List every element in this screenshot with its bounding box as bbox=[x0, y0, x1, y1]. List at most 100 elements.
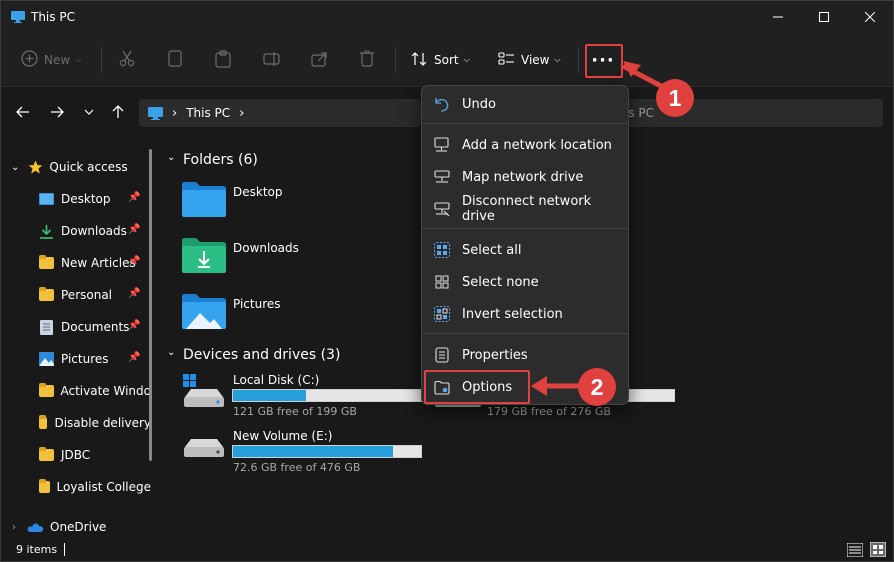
menu-item-select-none[interactable]: Select none bbox=[426, 267, 624, 297]
sidebar-item-loyalist-college[interactable]: Loyalist College bbox=[1, 473, 151, 501]
menu-separator bbox=[422, 228, 628, 229]
menu-item-disconnect-network-drive[interactable]: Disconnect network drive bbox=[426, 194, 624, 224]
annotation-step-2: 2 bbox=[578, 368, 616, 406]
breadcrumb-this-pc[interactable]: This PC bbox=[186, 106, 230, 120]
chevron-down-icon: ⌵ bbox=[75, 55, 82, 64]
copy-button[interactable] bbox=[168, 33, 182, 87]
menu-item-label: Map network drive bbox=[462, 169, 584, 185]
minimize-button[interactable] bbox=[755, 1, 801, 33]
download-arrow-icon bbox=[39, 224, 54, 239]
folder-name[interactable]: Pictures bbox=[233, 297, 281, 311]
sidebar-item-quick-access[interactable]: ⌄ Quick access bbox=[1, 153, 151, 181]
sidebar-item-personal[interactable]: Personal 📌 bbox=[1, 281, 151, 309]
drive-usage-bar bbox=[232, 389, 422, 402]
menu-item-invert-selection[interactable]: Invert selection bbox=[426, 299, 624, 329]
copy-icon bbox=[168, 50, 182, 70]
menu-item-properties[interactable]: Properties bbox=[426, 340, 624, 370]
sort-arrows-icon bbox=[411, 51, 428, 70]
folders-section-title[interactable]: Folders (6) bbox=[183, 152, 258, 168]
menu-item-add-network-location[interactable]: Add a network location bbox=[426, 130, 624, 160]
chevron-down-icon: ⌵ bbox=[554, 55, 561, 64]
sidebar-item-downloads[interactable]: Downloads 📌 bbox=[1, 217, 151, 245]
delete-button[interactable] bbox=[359, 33, 375, 87]
title-bar: This PC bbox=[1, 1, 893, 33]
recent-locations-button[interactable] bbox=[78, 101, 100, 123]
scissors-icon bbox=[119, 50, 135, 70]
view-button[interactable]: View ⌵ bbox=[498, 33, 561, 87]
pin-icon: 📌 bbox=[128, 256, 141, 267]
sidebar-item-pictures[interactable]: Pictures 📌 bbox=[1, 345, 151, 373]
chevron-right-icon: › bbox=[12, 521, 16, 533]
sidebar-item-jdbc[interactable]: JDBC bbox=[1, 441, 151, 469]
menu-item-label: Add a network location bbox=[462, 137, 612, 153]
menu-item-map-network-drive[interactable]: Map network drive bbox=[426, 162, 624, 192]
up-button[interactable] bbox=[107, 101, 129, 123]
forward-button[interactable] bbox=[46, 101, 68, 123]
folder-icon bbox=[39, 447, 54, 461]
sidebar-scrollbar[interactable] bbox=[149, 149, 152, 461]
share-icon bbox=[311, 51, 328, 70]
folder-icon-downloads bbox=[182, 237, 226, 276]
drive-usage-fill bbox=[233, 446, 393, 457]
sidebar-item-activate-windows[interactable]: Activate Windo bbox=[1, 377, 151, 405]
rename-button[interactable] bbox=[263, 33, 280, 87]
annotation-box-options bbox=[424, 370, 530, 404]
tiles-view-icon[interactable] bbox=[869, 541, 887, 560]
star-icon bbox=[28, 160, 43, 175]
menu-item-select-all[interactable]: Select all bbox=[426, 235, 624, 265]
sidebar-item-documents[interactable]: Documents 📌 bbox=[1, 313, 151, 341]
menu-item-label: Select all bbox=[462, 242, 522, 258]
properties-icon bbox=[434, 347, 450, 363]
sidebar-item-label: JDBC bbox=[61, 448, 91, 462]
sidebar-item-new-articles[interactable]: New Articles 📌 bbox=[1, 249, 151, 277]
details-view-icon[interactable] bbox=[846, 542, 864, 560]
folder-icon-pictures bbox=[182, 293, 226, 332]
document-icon bbox=[40, 319, 53, 335]
annotation-arrow-icon bbox=[529, 373, 586, 402]
close-button[interactable] bbox=[847, 1, 893, 33]
drive-name[interactable]: New Volume (E:) bbox=[233, 429, 332, 443]
see-more-menu: Undo Add a network location Map network … bbox=[421, 85, 629, 405]
drives-section-title[interactable]: Devices and drives (3) bbox=[183, 347, 340, 363]
folder-icon bbox=[39, 255, 54, 269]
status-divider bbox=[64, 543, 65, 556]
sort-button[interactable]: Sort ⌵ bbox=[411, 33, 470, 87]
menu-item-label: Disconnect network drive bbox=[462, 194, 592, 224]
sidebar-item-desktop[interactable]: Desktop 📌 bbox=[1, 185, 151, 213]
annotation-box-more bbox=[585, 44, 623, 78]
folder-name[interactable]: Downloads bbox=[233, 241, 299, 255]
sidebar-item-label: Activate Windo bbox=[60, 384, 152, 398]
folder-name[interactable]: Desktop bbox=[233, 185, 283, 199]
navigation-pane: ⌄ Quick access Desktop 📌 Downloads 📌 New… bbox=[1, 141, 161, 537]
invert-selection-icon bbox=[434, 306, 450, 322]
maximize-button[interactable] bbox=[801, 1, 847, 33]
pin-icon: 📌 bbox=[128, 320, 141, 331]
menu-item-label: Invert selection bbox=[462, 306, 563, 322]
pin-icon: 📌 bbox=[128, 288, 141, 299]
share-button[interactable] bbox=[311, 33, 328, 87]
paste-button[interactable] bbox=[215, 33, 231, 87]
desktop-icon bbox=[39, 193, 54, 205]
breadcrumb-separator: › bbox=[172, 105, 178, 121]
drive-icon bbox=[181, 431, 227, 470]
pin-icon: 📌 bbox=[128, 192, 141, 203]
address-bar[interactable]: › This PC › bbox=[139, 99, 421, 127]
menu-item-undo[interactable]: Undo bbox=[426, 89, 624, 119]
breadcrumb-separator: › bbox=[239, 105, 245, 121]
chevron-down-icon[interactable]: ⌄ bbox=[167, 347, 175, 358]
sidebar-item-disable-delivery[interactable]: Disable delivery bbox=[1, 409, 151, 437]
toolbar-divider bbox=[395, 47, 396, 73]
view-label: View bbox=[521, 53, 550, 67]
menu-separator bbox=[422, 333, 628, 334]
pictures-icon bbox=[39, 352, 54, 366]
view-list-icon bbox=[498, 51, 515, 69]
back-button[interactable] bbox=[12, 101, 34, 123]
chevron-down-icon[interactable]: ⌄ bbox=[167, 152, 175, 163]
toolbar-divider bbox=[101, 47, 102, 73]
new-button[interactable]: New ⌵ bbox=[21, 33, 81, 87]
chevron-down-icon: ⌄ bbox=[11, 161, 20, 173]
pin-icon: 📌 bbox=[128, 224, 141, 235]
drive-name[interactable]: Local Disk (C:) bbox=[233, 373, 319, 387]
cut-button[interactable] bbox=[119, 33, 135, 87]
clipboard-icon bbox=[215, 49, 231, 71]
